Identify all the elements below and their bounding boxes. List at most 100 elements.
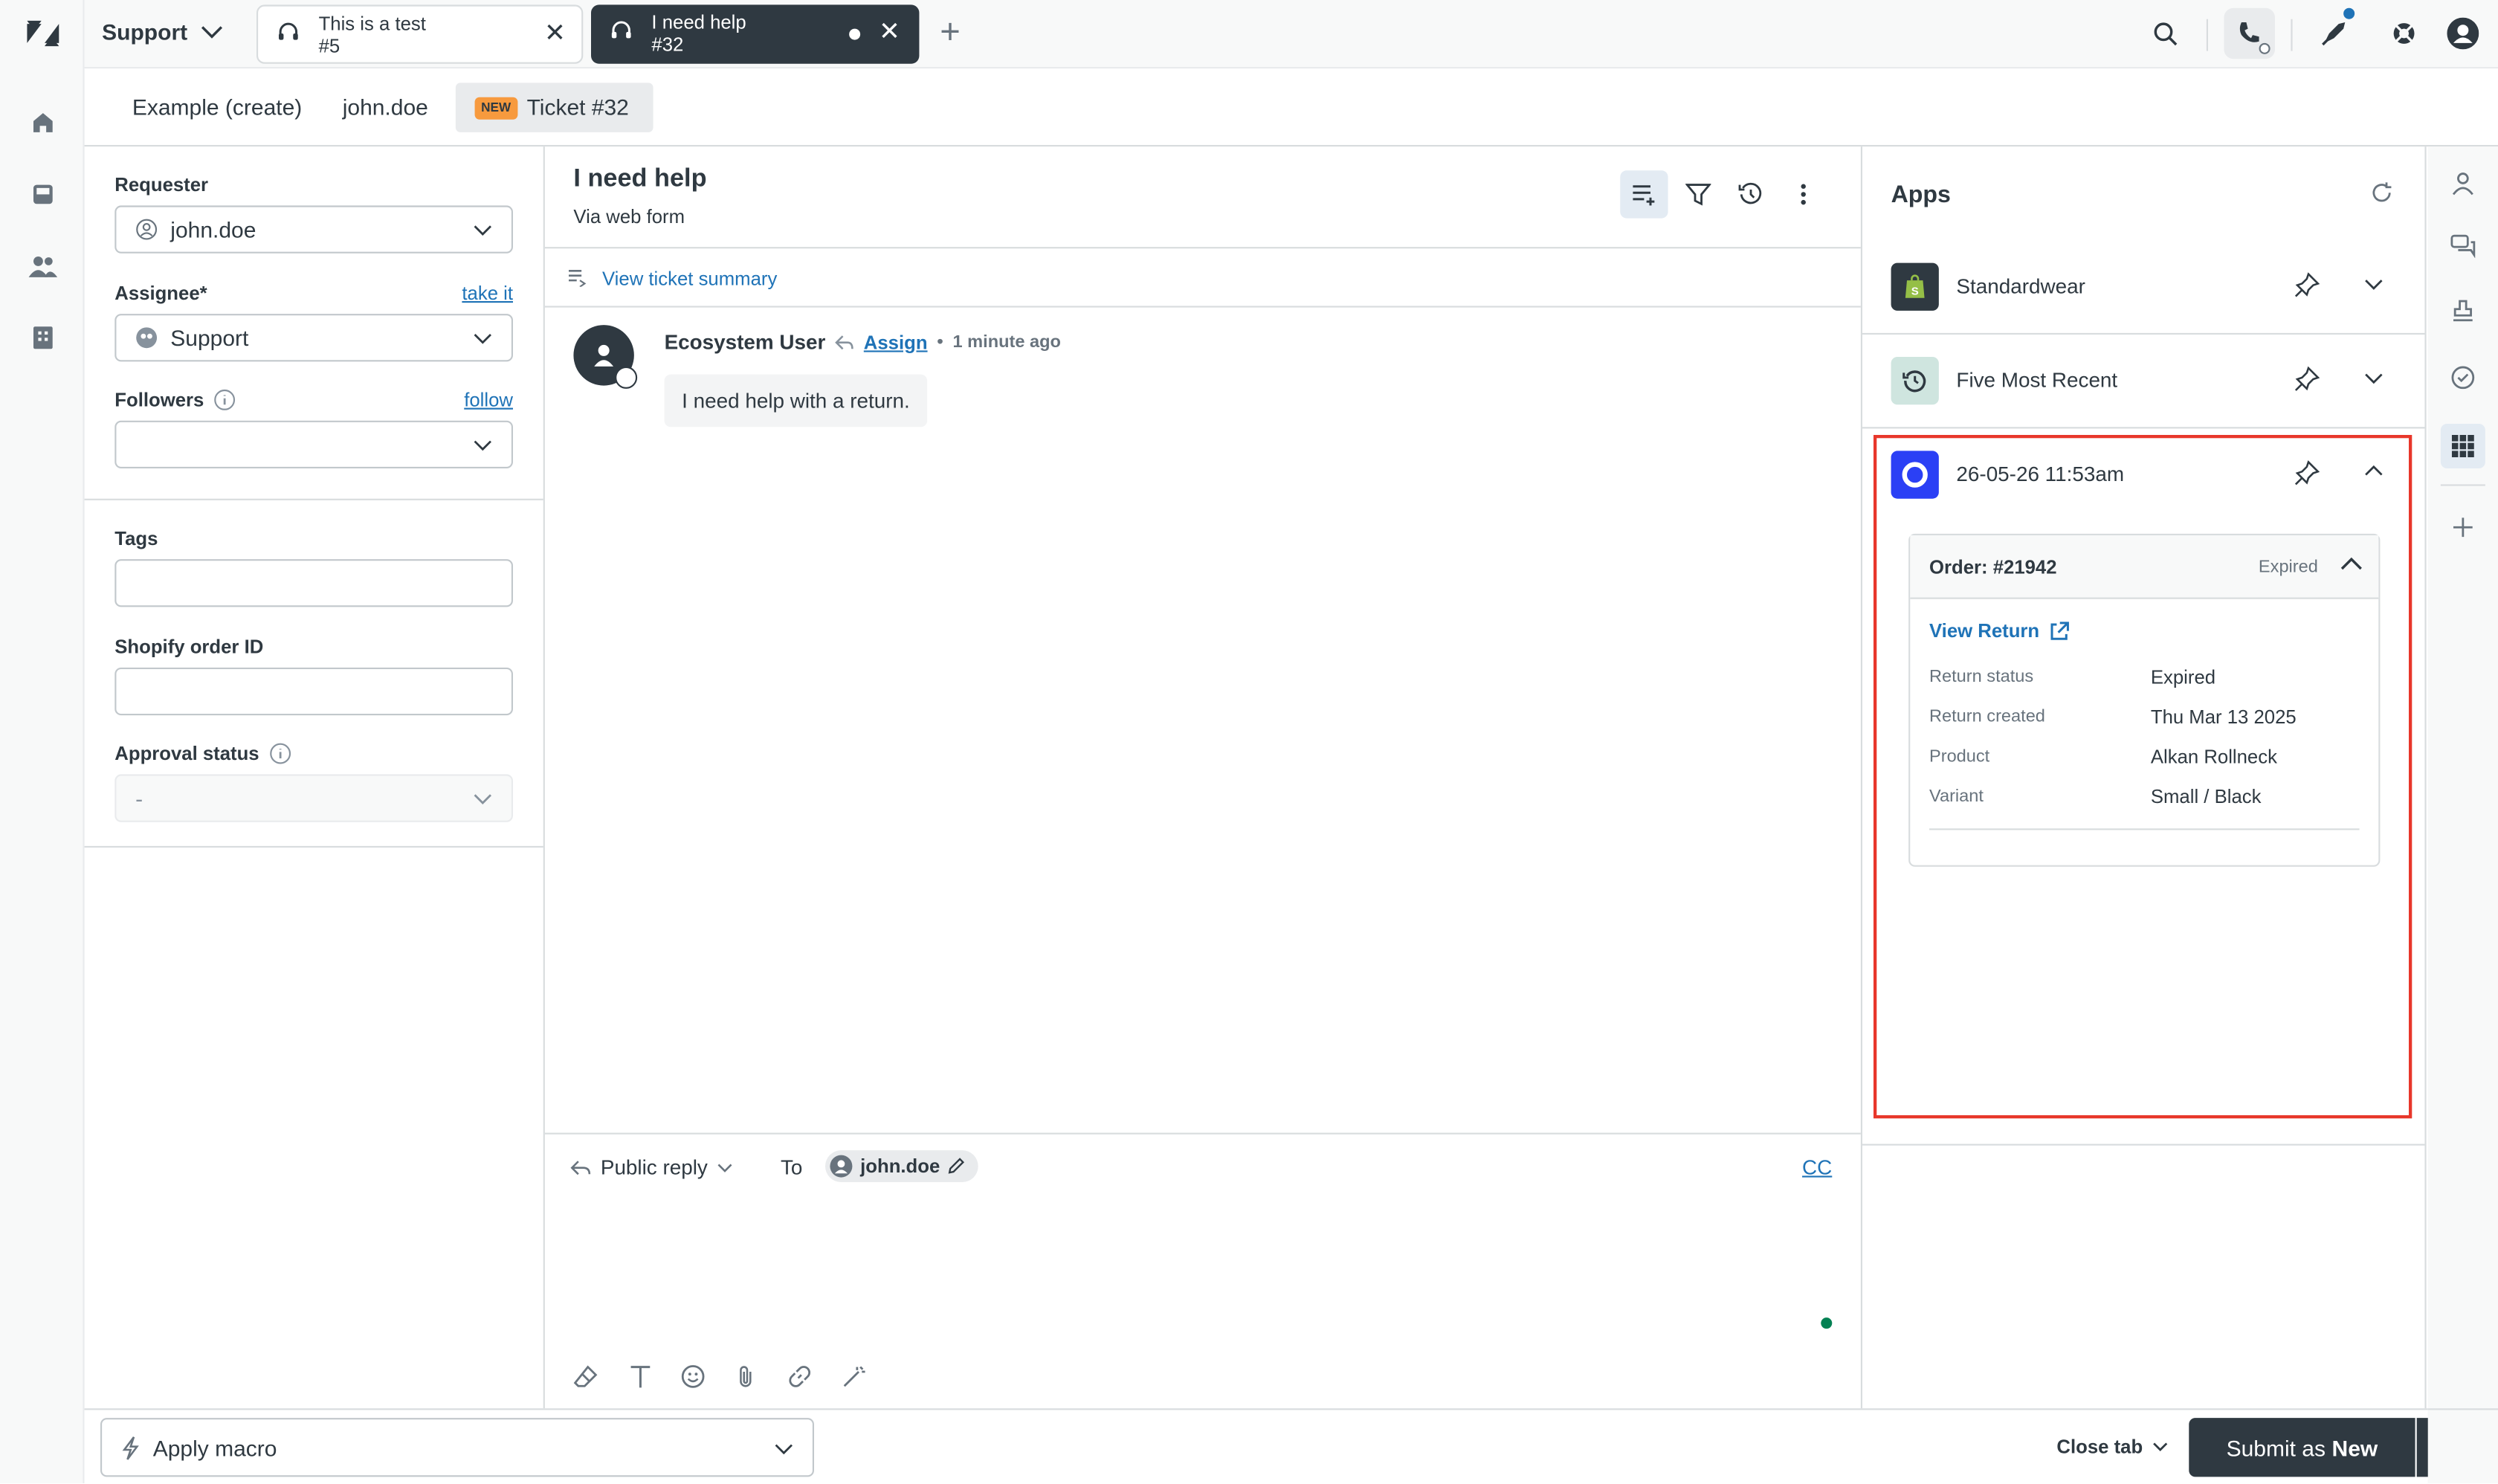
search-icon[interactable] — [2149, 18, 2181, 50]
app-five-most-recent[interactable]: Five Most Recent — [1862, 335, 2425, 429]
conversations-icon[interactable] — [2445, 228, 2480, 262]
view-return-link[interactable]: View Return — [1929, 620, 2070, 642]
notification-dot-icon — [2343, 7, 2355, 19]
history-button[interactable] — [1727, 170, 1775, 218]
apps-panel: Apps S Standardwear Five Most Recent 26-… — [1862, 146, 2427, 1409]
assignee-field[interactable]: Support — [114, 314, 513, 362]
chevron-down-icon[interactable] — [2364, 370, 2384, 385]
divider — [2291, 19, 2293, 51]
status-dot-icon — [2259, 42, 2271, 54]
tab-ticket[interactable]: NEW Ticket #32 — [455, 83, 653, 132]
zendesk-logo-icon[interactable] — [25, 18, 60, 50]
product-switcher[interactable]: Support — [102, 19, 222, 45]
customers-icon[interactable] — [27, 250, 59, 282]
reply-arrow-icon — [835, 335, 854, 349]
pencil-icon[interactable] — [946, 1157, 966, 1176]
assignee-label: Assignee* — [114, 282, 207, 305]
link-icon[interactable] — [784, 1361, 816, 1393]
close-tab-button[interactable]: Close tab — [2056, 1436, 2168, 1458]
ticket-tab-32[interactable]: I need help #32 ✕ — [591, 4, 920, 64]
text-format-icon[interactable] — [624, 1361, 656, 1393]
ticket-footer: Apply macro Close tab Submit as New — [84, 1408, 2478, 1483]
more-options-button[interactable] — [1780, 170, 1827, 218]
follow-link[interactable]: follow — [464, 389, 513, 411]
phone-button[interactable] — [2224, 7, 2275, 59]
customer-context-icon[interactable] — [2445, 166, 2480, 201]
shopify-bag-icon: S — [1891, 262, 1939, 311]
take-it-link[interactable]: take it — [462, 282, 513, 304]
ticket-tab-5[interactable]: This is a test #5 ✕ — [256, 4, 584, 64]
chevron-down-icon — [775, 1444, 793, 1455]
followers-label-row: Followers — [114, 389, 236, 411]
list-add-icon — [1633, 185, 1655, 206]
views-inbox-icon[interactable] — [27, 178, 59, 210]
knowledge-stamp-icon[interactable] — [2445, 293, 2480, 328]
organizations-icon[interactable] — [27, 322, 59, 354]
recipient-pill[interactable]: john.doe — [825, 1150, 978, 1182]
refresh-icon[interactable] — [2371, 181, 2393, 204]
rocket-icon[interactable] — [2318, 7, 2355, 50]
tab-requester[interactable]: john.doe — [323, 83, 448, 132]
apps-title: Apps — [1891, 181, 1951, 209]
pin-icon[interactable] — [2294, 366, 2320, 392]
submit-button[interactable]: Submit as New — [2189, 1418, 2415, 1477]
chevron-down-icon — [201, 26, 222, 39]
apply-macro-select[interactable]: Apply macro — [100, 1418, 814, 1477]
followers-label: Followers — [114, 388, 204, 411]
tags-input[interactable] — [114, 559, 513, 607]
attachment-icon[interactable] — [729, 1361, 761, 1393]
requester-field[interactable]: john.doe — [114, 205, 513, 254]
eraser-icon[interactable] — [570, 1361, 602, 1393]
shopify-order-id-input[interactable] — [114, 667, 513, 716]
order-title: Order: #21942 — [1929, 555, 2057, 578]
order-card-header[interactable]: Order: #21942 Expired — [1910, 535, 2379, 599]
close-tab-icon[interactable]: ✕ — [544, 22, 566, 48]
filter-button[interactable] — [1674, 170, 1722, 218]
chevron-down-icon[interactable] — [2364, 276, 2384, 291]
help-lifebuoy-icon[interactable] — [2388, 18, 2420, 50]
apps-grid-icon[interactable] — [2440, 424, 2485, 468]
rail-footer — [2427, 1408, 2498, 1483]
assign-link[interactable]: Assign — [864, 331, 928, 353]
add-tab-button[interactable]: + — [940, 13, 961, 49]
message-time: 1 minute ago — [952, 332, 1061, 352]
magic-wand-icon[interactable] — [838, 1361, 870, 1393]
headset-icon — [279, 22, 298, 40]
return-created-key: Return created — [1929, 707, 2045, 727]
assignee-value: Support — [170, 325, 249, 351]
reply-mode-selector[interactable]: Public reply — [570, 1155, 733, 1179]
tab-organization[interactable]: Example (create) — [113, 83, 321, 132]
lightning-icon — [122, 1436, 139, 1459]
tab-title: This is a test — [318, 13, 426, 36]
info-icon[interactable] — [268, 743, 291, 765]
info-icon[interactable] — [213, 389, 236, 411]
home-icon[interactable] — [27, 107, 59, 139]
emoji-icon[interactable] — [677, 1361, 709, 1393]
group-icon — [136, 327, 158, 349]
ticket-channel: Via web form — [573, 205, 685, 228]
view-ticket-summary-link[interactable]: View ticket summary — [602, 268, 777, 290]
chevron-down-icon — [717, 1163, 732, 1172]
product-name: Support — [102, 19, 188, 45]
phone-icon — [2239, 22, 2259, 42]
user-avatar-icon[interactable] — [2447, 17, 2479, 50]
followers-field[interactable] — [114, 420, 513, 468]
divider — [2206, 19, 2208, 51]
add-plus-icon[interactable] — [2445, 510, 2480, 545]
cc-link[interactable]: CC — [1802, 1155, 1832, 1179]
chevron-up-icon[interactable] — [2340, 555, 2363, 574]
check-circle-icon[interactable] — [2445, 360, 2480, 395]
shopify-order-id-label: Shopify order ID — [114, 636, 264, 658]
reply-mode-label: Public reply — [600, 1155, 708, 1179]
submit-prefix: Submit as — [2226, 1434, 2326, 1460]
conversation-view-button[interactable] — [1620, 170, 1668, 219]
message-header: Ecosystem User Assign • 1 minute ago — [665, 330, 1061, 354]
app-standardwear[interactable]: S Standardwear — [1862, 241, 2425, 335]
new-status-badge: NEW — [474, 96, 517, 119]
left-nav — [0, 0, 85, 1483]
app-name: Five Most Recent — [1956, 367, 2118, 393]
history-icon — [1738, 182, 1762, 204]
order-status: Expired — [2258, 558, 2318, 577]
close-tab-icon[interactable]: ✕ — [879, 20, 900, 46]
pin-icon[interactable] — [2294, 272, 2320, 297]
